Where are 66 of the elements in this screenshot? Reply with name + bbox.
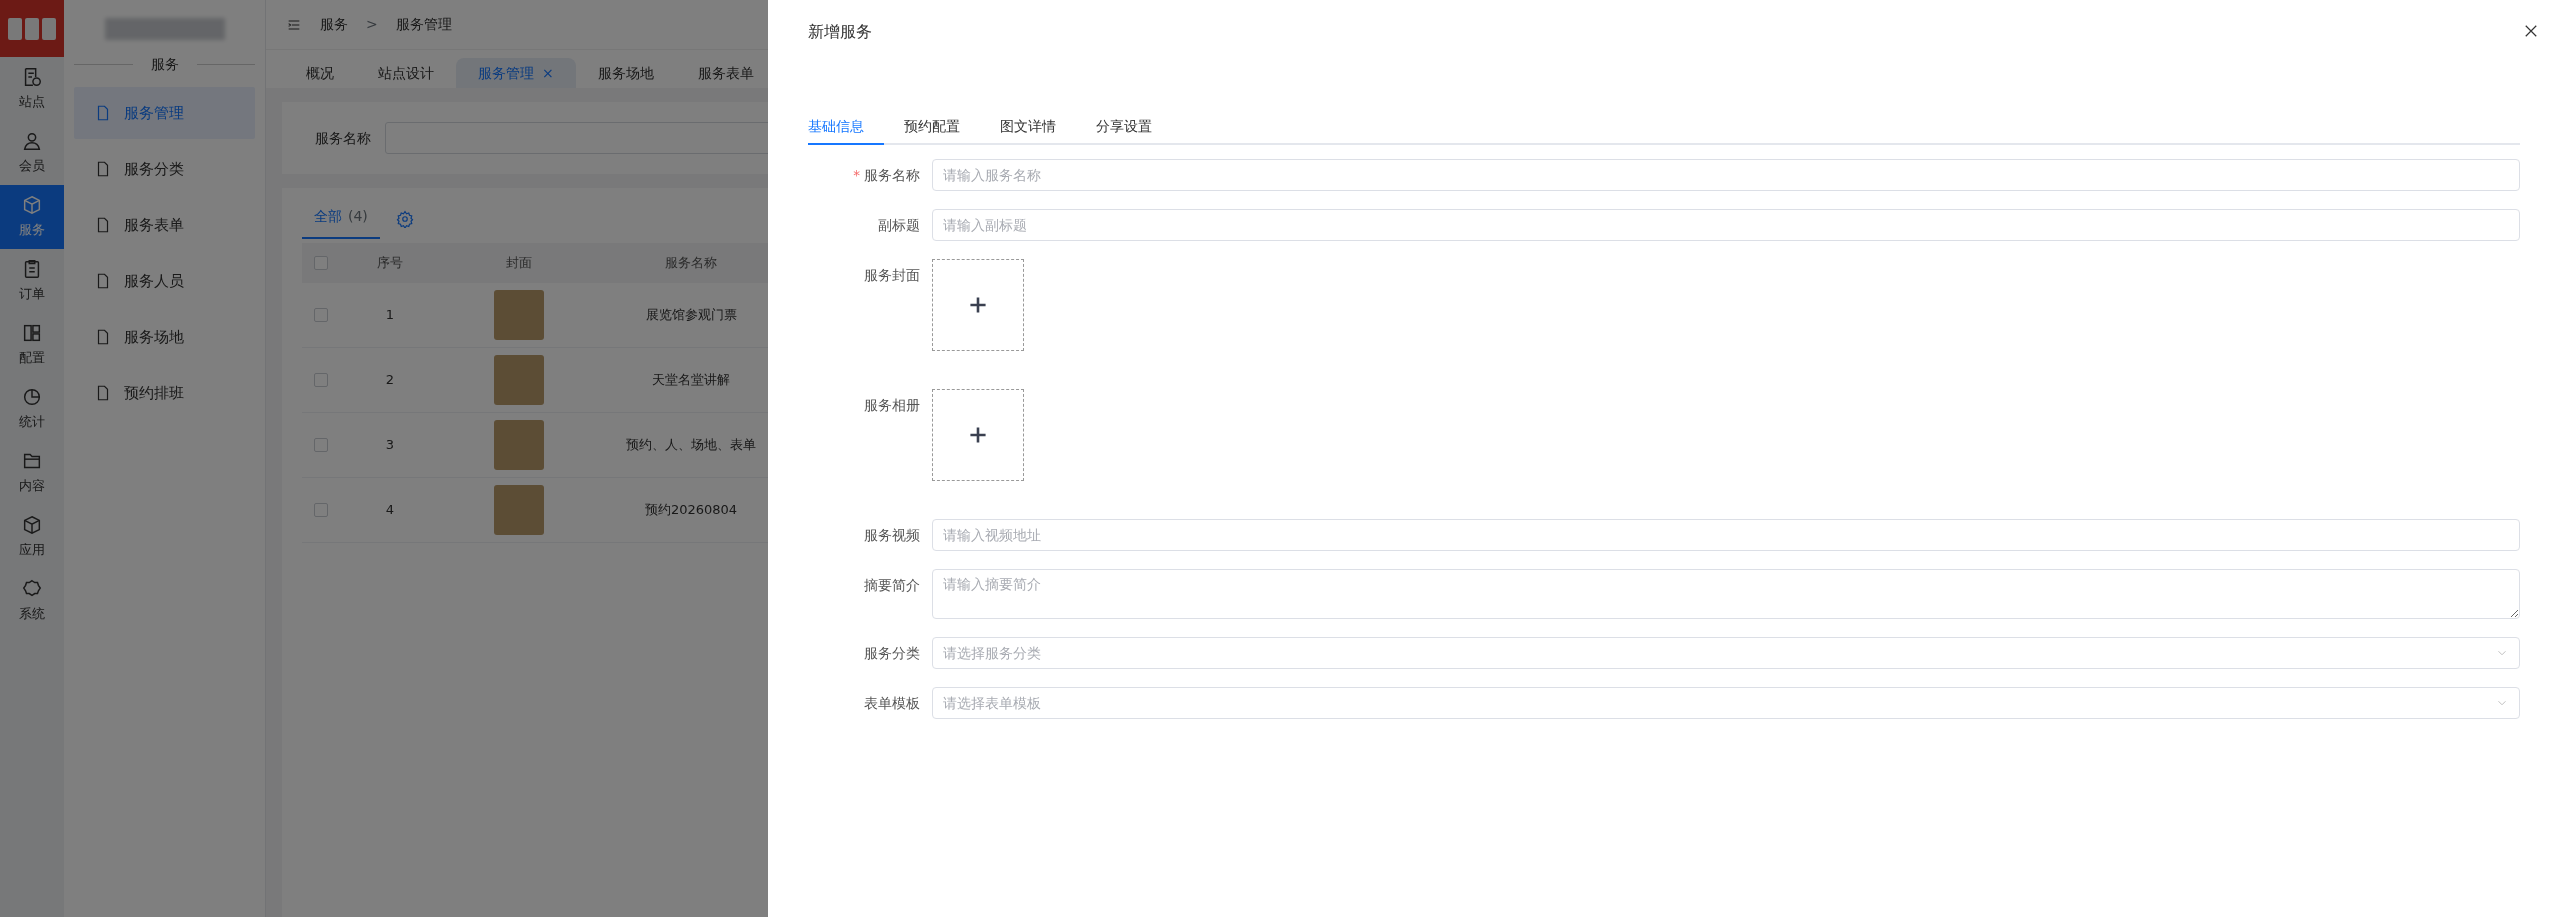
field-label: 服务分类	[863, 644, 920, 663]
photo-placeholder	[494, 290, 544, 340]
box-icon	[21, 194, 43, 217]
form-tab[interactable]: 基础信息	[808, 116, 884, 145]
field-label: 服务相册	[863, 396, 920, 415]
list-tab[interactable]: 全部 (4)	[302, 198, 380, 239]
page-tab[interactable]: 概况	[284, 58, 356, 88]
sidebar-title: 服务	[150, 55, 179, 74]
page-tab[interactable]: 服务场地	[575, 58, 676, 88]
field-label: 摘要简介	[863, 576, 920, 595]
rail-nav-item[interactable]: 配置	[0, 313, 64, 377]
rail-nav-item[interactable]: 服务	[0, 185, 64, 249]
breadcrumb-item[interactable]: 服务	[320, 14, 348, 35]
field-label: * 服务名称	[852, 166, 920, 185]
sidebar-item[interactable]: 预约排班	[74, 367, 255, 419]
sidebar-item[interactable]: 服务表单	[74, 199, 255, 251]
photo-placeholder	[494, 420, 544, 470]
sidebar-item[interactable]: 服务管理	[74, 87, 255, 139]
field-label: 副标题	[877, 216, 920, 235]
field-label: 服务视频	[863, 526, 920, 545]
table-cell: 4	[340, 478, 440, 543]
rail-nav-item[interactable]: 统计	[0, 377, 64, 441]
input-field[interactable]: 请输入服务名称	[932, 159, 2520, 191]
breadcrumb-separator: >	[366, 15, 378, 34]
field-label: 服务封面	[863, 266, 920, 285]
rail-nav-item[interactable]: 应用	[0, 505, 64, 569]
input-field[interactable]: 请输入视频地址	[932, 519, 2520, 551]
rail-nav-item[interactable]: 系统	[0, 569, 64, 633]
input-field[interactable]: 请输入副标题	[932, 209, 2520, 241]
table-cell: 1	[340, 283, 440, 348]
select-field[interactable]: 请选择表单模板	[932, 687, 2520, 719]
page-tab[interactable]: 服务管理 ×	[456, 58, 576, 88]
text-area[interactable]: 请输入摘要简介	[932, 569, 2520, 619]
select-field[interactable]: 请选择服务分类	[932, 637, 2520, 669]
checkbox[interactable]	[314, 503, 328, 517]
column-header: 序号	[340, 243, 440, 283]
rail-nav-item[interactable]: 站点	[0, 57, 64, 121]
table-cell: 2	[340, 348, 440, 413]
drawer-title: 新增服务	[808, 21, 873, 43]
form-tab[interactable]: 图文详情	[980, 116, 1076, 145]
form-tab[interactable]: 分享设置	[1076, 116, 1172, 145]
breadcrumb-item[interactable]: 服务管理	[395, 14, 452, 35]
rail-nav-item[interactable]: 会员	[0, 121, 64, 185]
form-tab[interactable]: 预约配置	[884, 116, 980, 145]
photo-placeholder	[494, 355, 544, 405]
sidebar-item[interactable]: 服务分类	[74, 143, 255, 195]
upload-button[interactable]	[932, 259, 1024, 351]
checkbox[interactable]	[314, 256, 328, 270]
sidebar-item[interactable]: 服务人员	[74, 255, 255, 307]
checkbox[interactable]	[314, 373, 328, 387]
tab-close-button[interactable]: ×	[542, 62, 554, 84]
checkbox[interactable]	[314, 438, 328, 452]
photo-placeholder	[494, 485, 544, 535]
sidebar-item[interactable]: 服务场地	[74, 311, 255, 363]
settings-icon[interactable]	[395, 209, 414, 228]
rail-nav-item[interactable]: 内容	[0, 441, 64, 505]
checkbox[interactable]	[314, 308, 328, 322]
rail-nav-item[interactable]: 订单	[0, 249, 64, 313]
page-tab[interactable]: 站点设计	[356, 58, 456, 88]
person-icon	[21, 130, 43, 153]
upload-button[interactable]	[932, 389, 1024, 481]
search-label: 服务名称	[315, 128, 371, 148]
table-cell: 3	[340, 413, 440, 478]
column-header: 封面	[440, 243, 598, 283]
cube-icon	[21, 514, 43, 537]
field-label: 表单模板	[863, 694, 920, 713]
